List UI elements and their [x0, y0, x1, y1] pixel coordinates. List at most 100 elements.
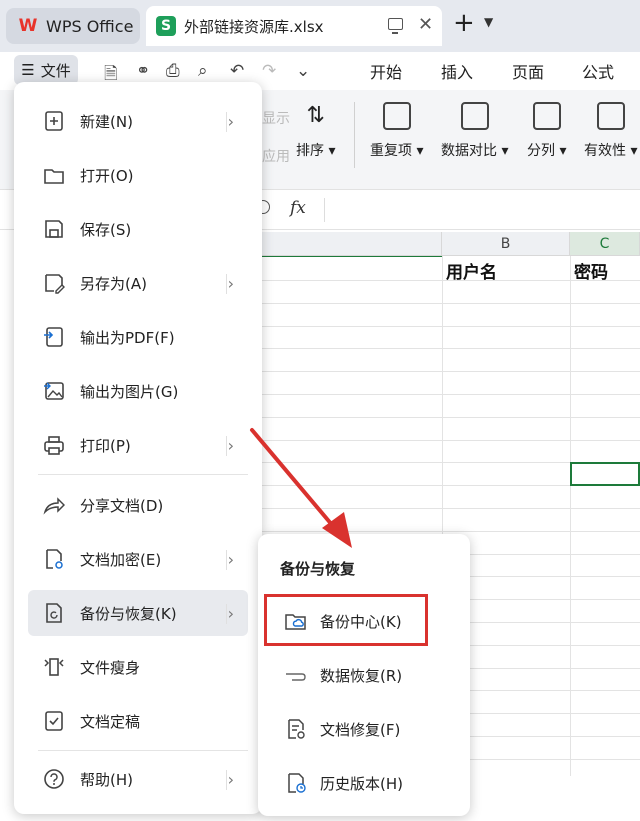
- document-tab-label: 外部链接资源库.xlsx: [184, 17, 324, 36]
- menu-item-finalize[interactable]: 文档定稿: [28, 698, 248, 744]
- home-tab[interactable]: W WPS Office: [6, 8, 140, 44]
- grid-row-line: [262, 531, 640, 532]
- grid-row-line: [262, 417, 640, 418]
- undo-icon[interactable]: ↶: [230, 61, 244, 81]
- menu-item-export-image[interactable]: 输出为图片(G): [28, 368, 248, 414]
- validity-icon: [596, 102, 625, 130]
- wps-logo-icon: W: [18, 16, 38, 36]
- chevron-right-icon: ›: [227, 603, 234, 623]
- menu-item-label: 文档定稿: [80, 712, 141, 731]
- compare-label: 数据对比: [441, 143, 497, 159]
- data-recovery-icon: [284, 663, 308, 687]
- monitor-icon[interactable]: [388, 18, 403, 34]
- submenu-item-doc-repair[interactable]: 文档修复(F): [270, 706, 458, 752]
- toolbar-divider: [354, 102, 355, 168]
- menu-item-save[interactable]: 保存(S): [28, 206, 248, 252]
- menu-item-label: 打印(P): [80, 436, 131, 455]
- menu-item-save-as[interactable]: 另存为(A) ›: [28, 260, 248, 306]
- save-icon: [42, 217, 66, 241]
- apply-faded-label: 应用: [262, 149, 290, 165]
- grid-row-line: [262, 371, 640, 372]
- slim-file-icon: [42, 655, 66, 679]
- menu-item-label: 输出为PDF(F): [80, 328, 175, 347]
- menu-item-label: 文件瘦身: [80, 658, 141, 677]
- menu-item-share[interactable]: 分享文档(D): [28, 482, 248, 528]
- menu-item-label: 分享文档(D): [80, 496, 164, 515]
- formula-divider: [324, 198, 325, 222]
- print-preview-icon[interactable]: ⌕: [198, 61, 208, 81]
- submenu-item-history[interactable]: 历史版本(H): [270, 760, 458, 806]
- menu-item-encrypt[interactable]: 文档加密(E) ›: [28, 536, 248, 582]
- file-menu-button[interactable]: ☰ 文件: [14, 55, 78, 85]
- grid-row-line: [262, 280, 640, 281]
- print-quick-icon[interactable]: ⎙: [166, 61, 180, 81]
- sort-button[interactable]: ⇅ 排序 ▾: [296, 102, 335, 160]
- spreadsheet-icon: S: [156, 16, 176, 36]
- menu-item-open[interactable]: 打开(O): [28, 152, 248, 198]
- submenu-title: 备份与恢复: [280, 560, 356, 578]
- close-icon[interactable]: ✕: [418, 14, 433, 35]
- menu-item-label: 输出为图片(G): [80, 382, 179, 401]
- menu-item-new[interactable]: 新建(N) ›: [28, 98, 248, 144]
- chevron-right-icon: ›: [227, 549, 234, 569]
- sort-icon: ⇅: [306, 103, 325, 128]
- new-file-icon: [42, 109, 66, 133]
- submenu-item-label: 历史版本(H): [320, 774, 403, 793]
- tab-formula[interactable]: 公式: [582, 59, 614, 83]
- redo-icon[interactable]: ↷: [262, 61, 276, 81]
- tab-home[interactable]: 开始: [370, 59, 402, 83]
- split-column-icon: [532, 102, 561, 130]
- menu-item-help[interactable]: 帮助(H) ›: [28, 756, 248, 802]
- backup-icon: [42, 601, 66, 625]
- fx-icon[interactable]: fx: [290, 198, 306, 218]
- menu-item-backup[interactable]: 备份与恢复(K) ›: [28, 590, 248, 636]
- duplicate-button[interactable]: 重复项 ▾: [370, 102, 423, 160]
- grid-row-line: [262, 440, 640, 441]
- tab-insert[interactable]: 插入: [441, 59, 473, 83]
- duplicate-icon: [382, 102, 411, 130]
- submenu-item-label: 文档修复(F): [320, 720, 401, 739]
- submenu-item-data-recovery[interactable]: 数据恢复(R): [270, 652, 458, 698]
- export-image-icon: [42, 379, 66, 403]
- menu-separator: [38, 750, 248, 751]
- column-header-c[interactable]: C: [570, 232, 640, 256]
- grid-row-line: [262, 326, 640, 327]
- menu-item-label: 另存为(A): [80, 274, 147, 293]
- share-icon: [42, 493, 66, 517]
- help-icon: [42, 767, 66, 791]
- column-header-b[interactable]: B: [442, 232, 570, 256]
- validity-button[interactable]: 有效性 ▾: [584, 102, 637, 160]
- validity-label: 有效性: [584, 143, 626, 159]
- selected-cell[interactable]: [570, 462, 640, 486]
- menu-item-export-pdf[interactable]: 输出为PDF(F): [28, 314, 248, 360]
- tab-page[interactable]: 页面: [512, 59, 544, 83]
- chevron-right-icon: ›: [227, 273, 234, 293]
- show-faded-label: 显示: [262, 111, 290, 127]
- export-pdf-icon: [42, 325, 66, 349]
- document-tab[interactable]: S 外部链接资源库.xlsx ✕: [146, 6, 442, 46]
- grid-row-line: [262, 394, 640, 395]
- duplicate-label: 重复项: [370, 143, 412, 159]
- menu-item-label: 保存(S): [80, 220, 132, 239]
- folder-icon: [42, 163, 66, 187]
- grid-row-line: [262, 508, 640, 509]
- column-header-a[interactable]: [262, 232, 442, 256]
- chevron-down-icon[interactable]: ▼: [484, 15, 493, 29]
- annotation-highlight-box: [264, 594, 428, 646]
- more-chevron-icon[interactable]: ⌄: [296, 61, 310, 81]
- link-icon[interactable]: ⚭: [136, 61, 150, 81]
- new-tab-button[interactable]: +: [453, 10, 475, 36]
- menu-item-label: 文档加密(E): [80, 550, 162, 569]
- menu-item-slim[interactable]: 文件瘦身: [28, 644, 248, 690]
- doc-repair-icon: [284, 717, 308, 741]
- chevron-right-icon: ›: [227, 769, 234, 789]
- chevron-right-icon: ›: [227, 111, 234, 131]
- compare-button[interactable]: 数据对比 ▾: [441, 102, 508, 160]
- submenu-item-label: 数据恢复(R): [320, 666, 403, 685]
- row-highlight-line: [262, 256, 442, 257]
- menu-item-label: 帮助(H): [80, 770, 133, 789]
- split-button[interactable]: 分列 ▾: [527, 102, 566, 160]
- lock-doc-icon: [42, 547, 66, 571]
- menu-item-print[interactable]: 打印(P) ›: [28, 422, 248, 468]
- grid-row-line: [262, 303, 640, 304]
